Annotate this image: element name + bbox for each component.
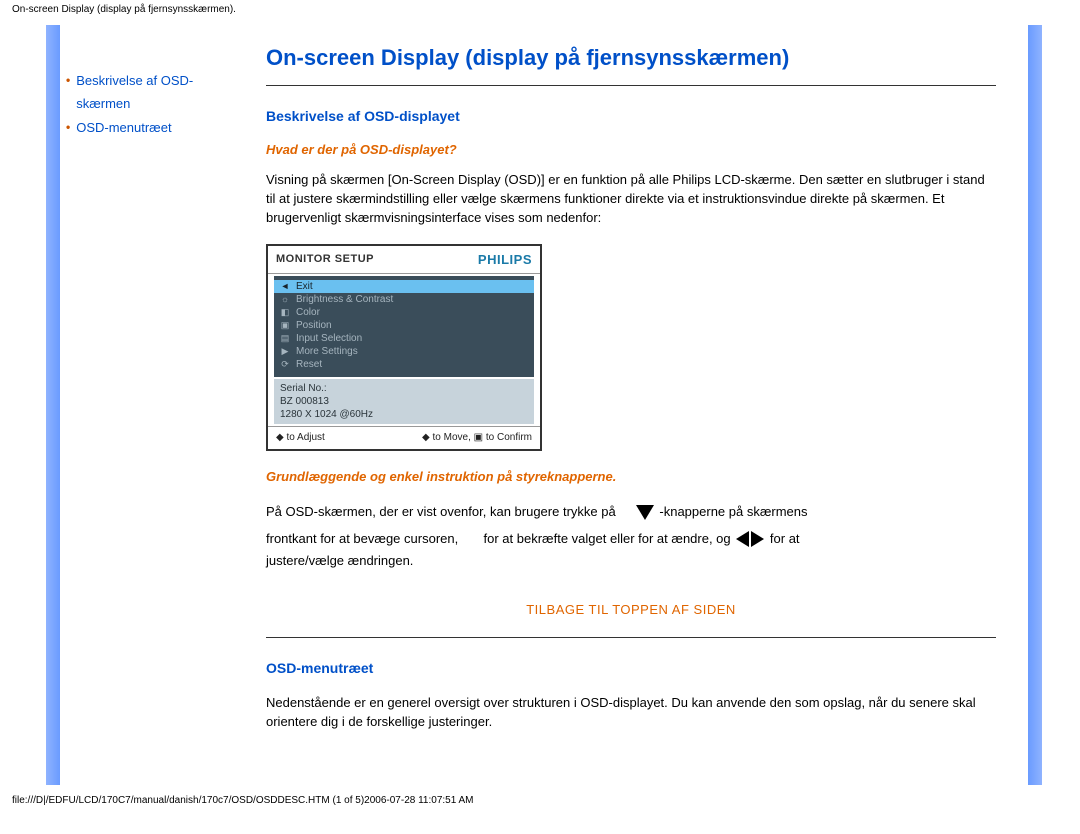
down-arrow-icon — [636, 505, 654, 520]
osd-item-brightness: ☼ Brightness & Contrast — [274, 293, 534, 306]
osd-screenshot: MONITOR SETUP PHILIPS ◄ Exit ☼ Brightnes… — [266, 244, 542, 451]
instr-text: for at bekræfte valget eller for at ændr… — [484, 531, 731, 546]
instr-text: -knapperne på skærmens — [659, 504, 807, 519]
menu-icon: ▶ — [280, 346, 290, 357]
nav-link-menutraeet[interactable]: • OSD-menutræet — [66, 116, 240, 139]
menu-label: Input Selection — [296, 333, 362, 344]
osd-titlebar: MONITOR SETUP PHILIPS — [268, 246, 540, 274]
menu-label: More Settings — [296, 346, 358, 357]
page-title: On-screen Display (display på fjernsynss… — [266, 45, 996, 71]
left-right-arrow-icon — [736, 531, 764, 547]
menu-label: Position — [296, 320, 332, 331]
osd-footer-right: ◆ to Move, ▣ to Confirm — [422, 432, 532, 443]
divider — [266, 85, 996, 86]
brand-logo: PHILIPS — [478, 252, 532, 267]
osd-serial-label: Serial No.: — [280, 382, 528, 395]
page: On-screen Display (display på fjernsynss… — [0, 0, 1080, 834]
instr-text: for at — [770, 531, 800, 546]
left-stripe — [46, 25, 60, 785]
footer-path: file:///D|/EDFU/LCD/170C7/manual/danish/… — [0, 785, 1080, 812]
instruction-heading: Grundlæggende og enkel instruktion på st… — [266, 469, 996, 484]
osd-footer: ◆ to Adjust ◆ to Move, ▣ to Confirm — [268, 426, 540, 449]
osd-resolution: 1280 X 1024 @60Hz — [280, 408, 528, 421]
menu-icon: ⟳ — [280, 359, 290, 370]
divider — [266, 637, 996, 638]
osd-serial-value: BZ 000813 — [280, 395, 528, 408]
osd-item-more: ▶ More Settings — [274, 345, 534, 358]
osd-body: ◄ Exit ☼ Brightness & Contrast ◧ Color — [268, 276, 540, 426]
section-heading-2: OSD-menutræet — [266, 660, 996, 676]
sidebar: • Beskrivelse af OSD-skærmen • OSD-menut… — [60, 25, 248, 785]
instruction-line-1: På OSD-skærmen, der er vist ovenfor, kan… — [266, 498, 996, 525]
menu-icon: ▤ — [280, 333, 290, 344]
osd-item-color: ◧ Color — [274, 306, 534, 319]
instruction-line-2: frontkant for at bevæge cursoren, for at… — [266, 525, 996, 552]
body-text-2: Nedenstående er en generel oversigt over… — [266, 694, 996, 732]
section-subheading: Hvad er der på OSD-displayet? — [266, 142, 996, 157]
back-to-top-link[interactable]: TILBAGE TIL TOPPEN AF SIDEN — [526, 602, 736, 617]
osd-item-reset: ⟳ Reset — [274, 358, 534, 371]
menu-label: Brightness & Contrast — [296, 294, 393, 305]
osd-item-position: ▣ Position — [274, 319, 534, 332]
section-heading: Beskrivelse af OSD-displayet — [266, 108, 996, 124]
main-content: On-screen Display (display på fjernsynss… — [248, 25, 1028, 785]
menu-icon: ☼ — [280, 294, 290, 304]
osd-footer-left: ◆ to Adjust — [276, 432, 325, 443]
bullet-icon: • — [66, 116, 70, 139]
instr-text: På OSD-skærmen, der er vist ovenfor, kan… — [266, 504, 616, 519]
osd-item-input: ▤ Input Selection — [274, 332, 534, 345]
menu-label: Color — [296, 307, 320, 318]
right-stripe — [1028, 25, 1042, 785]
osd-info-panel: Serial No.: BZ 000813 1280 X 1024 @60Hz — [274, 379, 534, 424]
nav-label: OSD-menutræet — [76, 116, 171, 139]
menu-icon: ◄ — [280, 281, 290, 291]
menu-label: Exit — [296, 281, 313, 292]
back-to-top-wrap: TILBAGE TIL TOPPEN AF SIDEN — [266, 602, 996, 617]
instruction-line-3: justere/vælge ændringen. — [266, 552, 996, 570]
body-text: Visning på skærmen [On-Screen Display (O… — [266, 171, 996, 228]
osd-menu-panel: ◄ Exit ☼ Brightness & Contrast ◧ Color — [274, 276, 534, 377]
instr-text: frontkant for at bevæge cursoren, — [266, 531, 458, 546]
nav-link-beskrivelse[interactable]: • Beskrivelse af OSD-skærmen — [66, 69, 240, 116]
menu-icon: ▣ — [280, 320, 290, 331]
nav-label: Beskrivelse af OSD-skærmen — [76, 69, 240, 116]
header-bar: On-screen Display (display på fjernsynss… — [0, 0, 1080, 25]
menu-label: Reset — [296, 359, 322, 370]
menu-icon: ◧ — [280, 307, 290, 318]
osd-item-exit: ◄ Exit — [274, 280, 534, 293]
content-row: • Beskrivelse af OSD-skærmen • OSD-menut… — [0, 25, 1080, 785]
osd-title: MONITOR SETUP — [276, 253, 374, 265]
bullet-icon: • — [66, 69, 70, 92]
